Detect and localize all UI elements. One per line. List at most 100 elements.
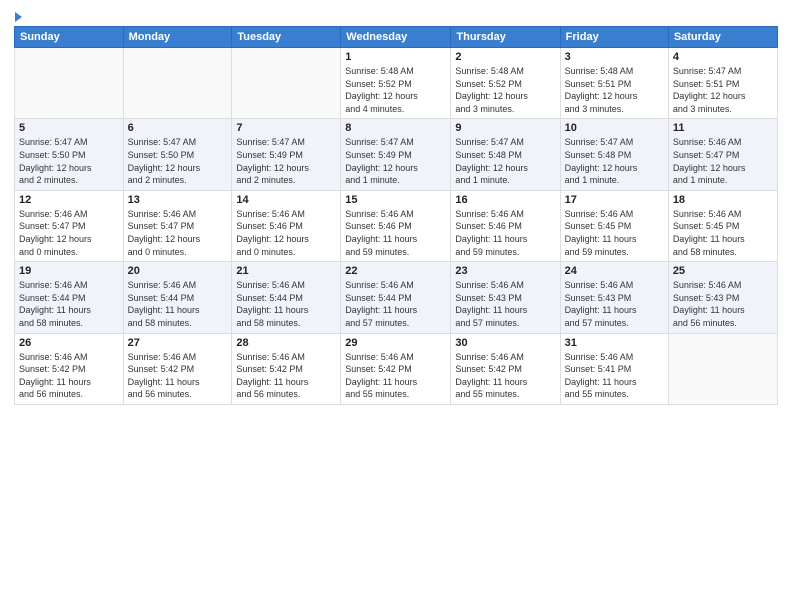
day-info: Sunrise: 5:46 AM Sunset: 5:42 PM Dayligh… bbox=[345, 351, 446, 401]
weekday-header: Friday bbox=[560, 27, 668, 48]
calendar-table: SundayMondayTuesdayWednesdayThursdayFrid… bbox=[14, 26, 778, 405]
day-info: Sunrise: 5:46 AM Sunset: 5:42 PM Dayligh… bbox=[455, 351, 555, 401]
day-info: Sunrise: 5:46 AM Sunset: 5:41 PM Dayligh… bbox=[565, 351, 664, 401]
calendar-cell bbox=[232, 48, 341, 119]
calendar-week-row: 12 Sunrise: 5:46 AM Sunset: 5:47 PM Dayli… bbox=[15, 190, 778, 261]
calendar-cell: 13 Sunrise: 5:46 AM Sunset: 5:47 PM Dayli… bbox=[123, 190, 232, 261]
calendar-cell: 30 Sunrise: 5:46 AM Sunset: 5:42 PM Dayli… bbox=[451, 333, 560, 404]
day-number: 7 bbox=[236, 122, 336, 134]
weekday-header: Monday bbox=[123, 27, 232, 48]
day-number: 17 bbox=[565, 194, 664, 206]
day-number: 31 bbox=[565, 337, 664, 349]
day-info: Sunrise: 5:47 AM Sunset: 5:50 PM Dayligh… bbox=[128, 136, 228, 186]
day-info: Sunrise: 5:46 AM Sunset: 5:46 PM Dayligh… bbox=[345, 208, 446, 258]
day-number: 13 bbox=[128, 194, 228, 206]
calendar-cell bbox=[668, 333, 777, 404]
day-number: 3 bbox=[565, 51, 664, 63]
calendar-cell: 11 Sunrise: 5:46 AM Sunset: 5:47 PM Dayli… bbox=[668, 119, 777, 190]
day-number: 27 bbox=[128, 337, 228, 349]
day-number: 26 bbox=[19, 337, 119, 349]
day-number: 23 bbox=[455, 265, 555, 277]
calendar-cell: 31 Sunrise: 5:46 AM Sunset: 5:41 PM Dayli… bbox=[560, 333, 668, 404]
calendar-cell: 26Sunrise: 5:46 AM Sunset: 5:42 PM Dayli… bbox=[15, 333, 124, 404]
day-number: 6 bbox=[128, 122, 228, 134]
calendar-cell: 1Sunrise: 5:48 AM Sunset: 5:52 PM Daylig… bbox=[341, 48, 451, 119]
calendar-cell: 2 Sunrise: 5:48 AM Sunset: 5:52 PM Daylig… bbox=[451, 48, 560, 119]
day-info: Sunrise: 5:46 AM Sunset: 5:45 PM Dayligh… bbox=[673, 208, 773, 258]
day-number: 22 bbox=[345, 265, 446, 277]
day-number: 12 bbox=[19, 194, 119, 206]
logo bbox=[14, 10, 22, 22]
calendar-cell: 28 Sunrise: 5:46 AM Sunset: 5:42 PM Dayli… bbox=[232, 333, 341, 404]
page-header bbox=[14, 10, 778, 22]
day-number: 4 bbox=[673, 51, 773, 63]
day-number: 5 bbox=[19, 122, 119, 134]
day-number: 18 bbox=[673, 194, 773, 206]
calendar-cell: 5 Sunrise: 5:47 AM Sunset: 5:50 PM Daylig… bbox=[15, 119, 124, 190]
calendar-week-row: 19 Sunrise: 5:46 AM Sunset: 5:44 PM Dayli… bbox=[15, 262, 778, 333]
day-number: 2 bbox=[455, 51, 555, 63]
weekday-header: Saturday bbox=[668, 27, 777, 48]
day-number: 29 bbox=[345, 337, 446, 349]
calendar-cell: 14 Sunrise: 5:46 AM Sunset: 5:46 PM Dayli… bbox=[232, 190, 341, 261]
day-number: 20 bbox=[128, 265, 228, 277]
calendar-cell: 29 Sunrise: 5:46 AM Sunset: 5:42 PM Dayli… bbox=[341, 333, 451, 404]
calendar-cell bbox=[123, 48, 232, 119]
day-info: Sunrise: 5:46 AM Sunset: 5:45 PM Dayligh… bbox=[565, 208, 664, 258]
calendar-cell: 27 Sunrise: 5:46 AM Sunset: 5:42 PM Dayli… bbox=[123, 333, 232, 404]
calendar-cell: 15 Sunrise: 5:46 AM Sunset: 5:46 PM Dayli… bbox=[341, 190, 451, 261]
day-info: Sunrise: 5:46 AM Sunset: 5:47 PM Dayligh… bbox=[19, 208, 119, 258]
calendar-cell: 20 Sunrise: 5:46 AM Sunset: 5:44 PM Dayli… bbox=[123, 262, 232, 333]
day-info: Sunrise: 5:46 AM Sunset: 5:42 PM Dayligh… bbox=[236, 351, 336, 401]
calendar-cell bbox=[15, 48, 124, 119]
calendar-page: SundayMondayTuesdayWednesdayThursdayFrid… bbox=[0, 0, 792, 612]
day-info: Sunrise: 5:48 AM Sunset: 5:52 PM Dayligh… bbox=[455, 65, 555, 115]
day-number: 30 bbox=[455, 337, 555, 349]
day-info: Sunrise: 5:46 AM Sunset: 5:42 PM Dayligh… bbox=[128, 351, 228, 401]
day-number: 14 bbox=[236, 194, 336, 206]
weekday-header: Tuesday bbox=[232, 27, 341, 48]
calendar-cell: 10Sunrise: 5:47 AM Sunset: 5:48 PM Dayli… bbox=[560, 119, 668, 190]
day-number: 28 bbox=[236, 337, 336, 349]
day-number: 11 bbox=[673, 122, 773, 134]
day-number: 24 bbox=[565, 265, 664, 277]
calendar-cell: 18 Sunrise: 5:46 AM Sunset: 5:45 PM Dayli… bbox=[668, 190, 777, 261]
day-info: Sunrise: 5:46 AM Sunset: 5:47 PM Dayligh… bbox=[128, 208, 228, 258]
calendar-cell: 21 Sunrise: 5:46 AM Sunset: 5:44 PM Dayli… bbox=[232, 262, 341, 333]
day-number: 25 bbox=[673, 265, 773, 277]
day-info: Sunrise: 5:47 AM Sunset: 5:49 PM Dayligh… bbox=[236, 136, 336, 186]
day-info: Sunrise: 5:46 AM Sunset: 5:44 PM Dayligh… bbox=[19, 279, 119, 329]
weekday-header: Wednesday bbox=[341, 27, 451, 48]
calendar-cell: 19 Sunrise: 5:46 AM Sunset: 5:44 PM Dayli… bbox=[15, 262, 124, 333]
day-info: Sunrise: 5:48 AM Sunset: 5:52 PM Dayligh… bbox=[345, 65, 446, 115]
calendar-cell: 17 Sunrise: 5:46 AM Sunset: 5:45 PM Dayli… bbox=[560, 190, 668, 261]
day-number: 21 bbox=[236, 265, 336, 277]
calendar-cell: 6 Sunrise: 5:47 AM Sunset: 5:50 PM Daylig… bbox=[123, 119, 232, 190]
calendar-cell: 12 Sunrise: 5:46 AM Sunset: 5:47 PM Dayli… bbox=[15, 190, 124, 261]
calendar-cell: 16 Sunrise: 5:46 AM Sunset: 5:46 PM Dayli… bbox=[451, 190, 560, 261]
day-info: Sunrise: 5:47 AM Sunset: 5:49 PM Dayligh… bbox=[345, 136, 446, 186]
calendar-cell: 7 Sunrise: 5:47 AM Sunset: 5:49 PM Daylig… bbox=[232, 119, 341, 190]
day-info: Sunrise: 5:46 AM Sunset: 5:46 PM Dayligh… bbox=[236, 208, 336, 258]
calendar-cell: 4 Sunrise: 5:47 AM Sunset: 5:51 PM Daylig… bbox=[668, 48, 777, 119]
day-number: 19 bbox=[19, 265, 119, 277]
day-info: Sunrise: 5:46 AM Sunset: 5:47 PM Dayligh… bbox=[673, 136, 773, 186]
day-number: 9 bbox=[455, 122, 555, 134]
calendar-cell: 8 Sunrise: 5:47 AM Sunset: 5:49 PM Daylig… bbox=[341, 119, 451, 190]
day-info: Sunrise: 5:46 AM Sunset: 5:46 PM Dayligh… bbox=[455, 208, 555, 258]
day-number: 8 bbox=[345, 122, 446, 134]
calendar-cell: 3Sunrise: 5:48 AM Sunset: 5:51 PM Daylig… bbox=[560, 48, 668, 119]
day-info: Sunrise: 5:47 AM Sunset: 5:51 PM Dayligh… bbox=[673, 65, 773, 115]
day-info: Sunrise: 5:47 AM Sunset: 5:50 PM Dayligh… bbox=[19, 136, 119, 186]
day-number: 15 bbox=[345, 194, 446, 206]
calendar-cell: 22 Sunrise: 5:46 AM Sunset: 5:44 PM Dayli… bbox=[341, 262, 451, 333]
calendar-week-row: 1Sunrise: 5:48 AM Sunset: 5:52 PM Daylig… bbox=[15, 48, 778, 119]
day-info: Sunrise: 5:46 AM Sunset: 5:44 PM Dayligh… bbox=[345, 279, 446, 329]
day-info: Sunrise: 5:46 AM Sunset: 5:43 PM Dayligh… bbox=[565, 279, 664, 329]
weekday-header-row: SundayMondayTuesdayWednesdayThursdayFrid… bbox=[15, 27, 778, 48]
day-number: 16 bbox=[455, 194, 555, 206]
day-info: Sunrise: 5:46 AM Sunset: 5:44 PM Dayligh… bbox=[236, 279, 336, 329]
day-info: Sunrise: 5:47 AM Sunset: 5:48 PM Dayligh… bbox=[565, 136, 664, 186]
weekday-header: Sunday bbox=[15, 27, 124, 48]
day-info: Sunrise: 5:46 AM Sunset: 5:44 PM Dayligh… bbox=[128, 279, 228, 329]
